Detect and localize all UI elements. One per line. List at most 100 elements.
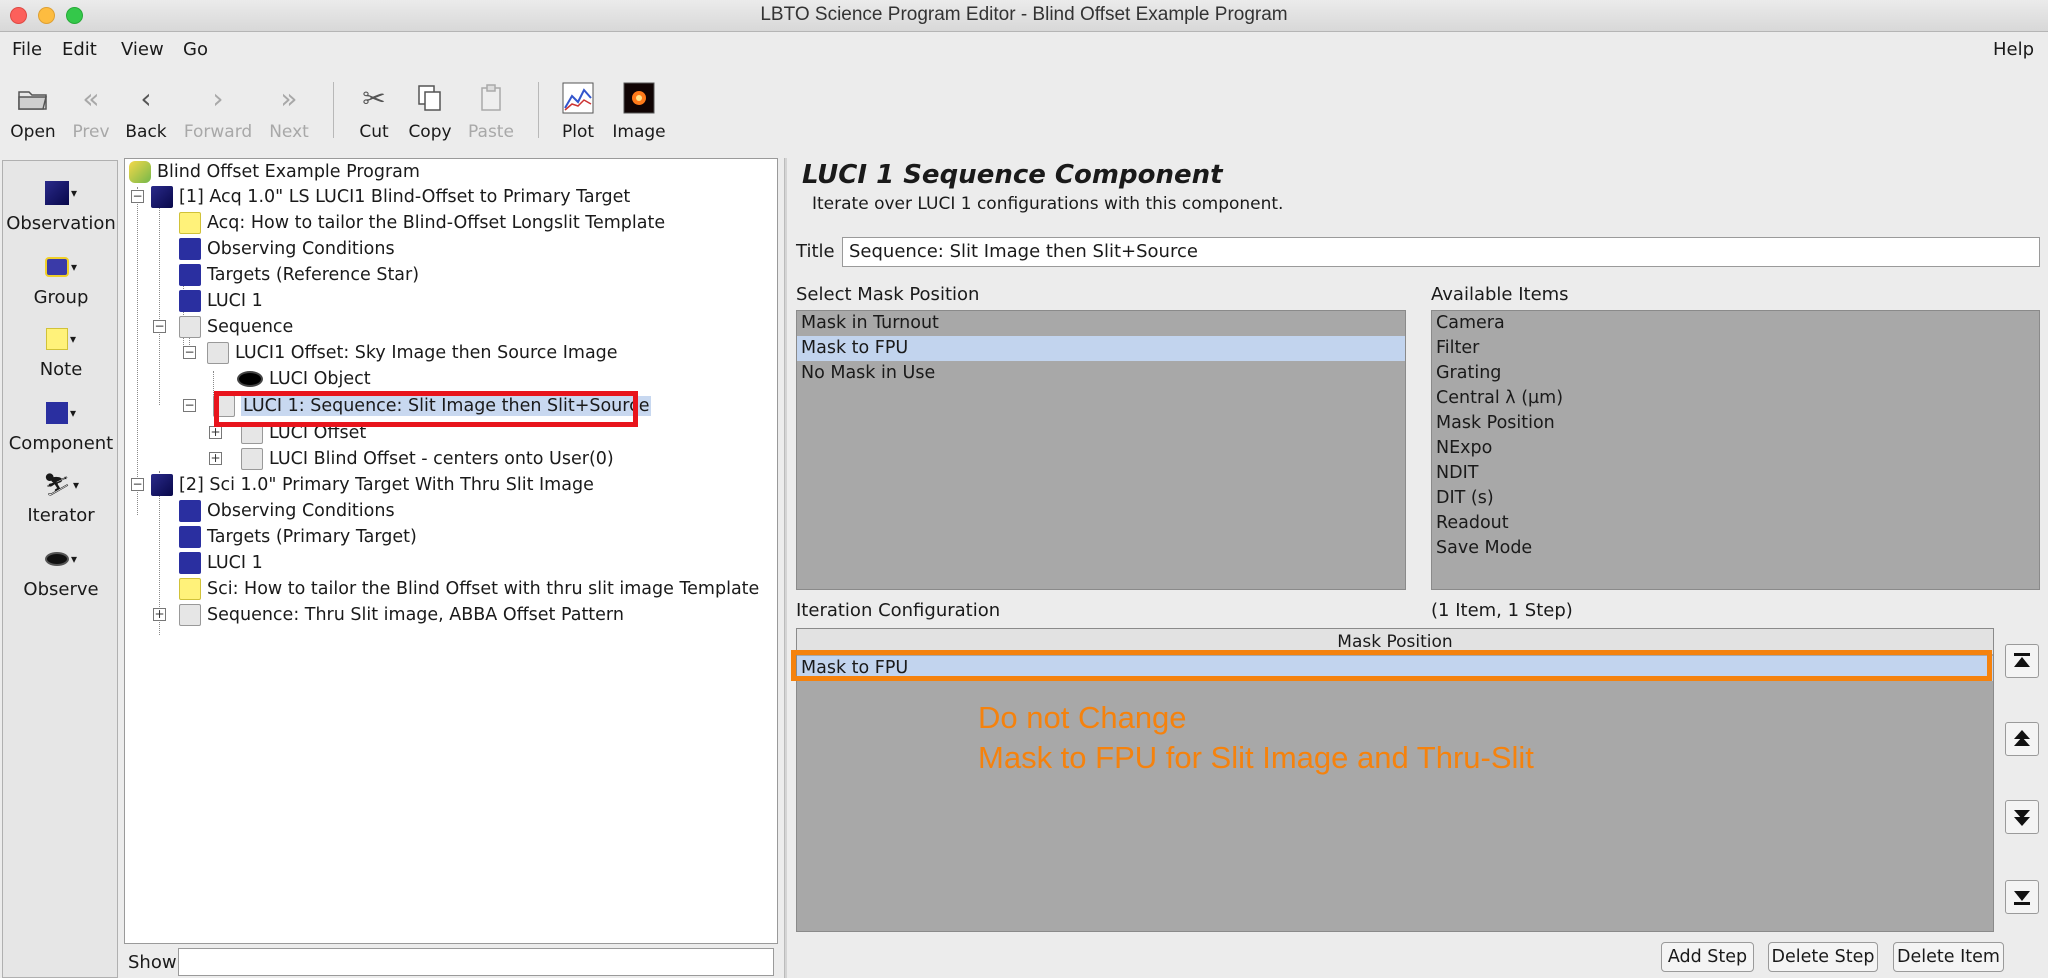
tree-node-observing-conditions-2[interactable]: Observing Conditions [179,498,395,524]
next-button[interactable]: » Next [266,78,312,143]
forward-button[interactable]: › Forward [182,78,254,143]
tree-node-label: Sci: How to tailor the Blind Offset with… [207,579,760,599]
available-item[interactable]: Save Mode [1432,536,2039,561]
available-item[interactable]: Central λ (µm) [1432,386,2039,411]
palette-group[interactable]: ▾ Group [3,249,119,308]
component-icon [179,500,201,522]
component-icon [179,264,201,286]
menu-view[interactable]: View [121,39,164,60]
scissors-icon: ✂ [362,81,386,115]
move-bottom-icon [2014,891,2030,905]
tree-node-label: LUCI Blind Offset - centers onto User(0) [269,449,614,469]
plot-label: Plot [561,122,595,142]
expand-toggle[interactable]: + [153,608,166,621]
delete-step-button[interactable]: Delete Step [1768,942,1878,972]
show-filter-bar: Show [124,945,778,978]
move-up-button[interactable] [2005,722,2039,756]
collapse-toggle[interactable]: − [153,320,166,333]
tree-node-luci1[interactable]: LUCI 1 [179,288,263,314]
move-to-top-button[interactable] [2005,644,2039,678]
available-item[interactable]: NDIT [1432,461,2039,486]
tree-node-targets-2[interactable]: Targets (Primary Target) [179,524,417,550]
observation-icon [151,186,173,208]
expand-toggle[interactable]: + [209,426,222,439]
show-input[interactable] [178,948,774,976]
row-highlight [791,650,1992,681]
collapse-toggle[interactable]: − [183,399,196,412]
add-step-button[interactable]: Add Step [1661,942,1754,972]
toolbar-separator [538,82,539,138]
menu-help[interactable]: Help [1993,39,2034,60]
double-chevron-left-icon: « [82,81,100,115]
note-icon: ▾ [3,321,119,357]
palette-component[interactable]: ▾ Component [3,395,119,454]
available-items-label: Available Items [1431,284,1569,305]
menu-file[interactable]: File [12,39,42,60]
tree-node-targets[interactable]: Targets (Reference Star) [179,262,419,288]
move-to-bottom-button[interactable] [2005,880,2039,914]
panel-heading: LUCI 1 Sequence Component [802,160,1223,190]
delete-item-button[interactable]: Delete Item [1893,942,2004,972]
available-item[interactable]: Mask Position [1432,411,2039,436]
mask-position-list[interactable]: Mask in Turnout Mask to FPU No Mask in U… [796,310,1406,590]
available-item[interactable]: Readout [1432,511,2039,536]
menu-edit[interactable]: Edit [62,39,97,60]
collapse-toggle[interactable]: − [183,346,196,359]
palette-observe[interactable]: ▾ Observe [3,541,119,600]
tree-node-sequence[interactable]: Sequence [179,314,293,340]
palette-observation[interactable]: ▾ Observation [3,175,119,234]
tree-node-sequence-2[interactable]: Sequence: Thru Slit image, ABBA Offset P… [179,602,624,628]
prev-button[interactable]: « Prev [66,78,116,143]
open-button[interactable]: Open [8,78,58,142]
toolbar-separator [333,82,334,138]
tree-node-luci1-offset[interactable]: LUCI1 Offset: Sky Image then Source Imag… [207,340,618,366]
tree-node-luci-object[interactable]: LUCI Object [237,366,371,392]
collapse-toggle[interactable]: − [131,478,144,491]
tree-connector [137,187,138,515]
image-icon [612,78,666,118]
back-button[interactable]: ‹ Back [124,78,168,143]
available-items-list[interactable]: Camera Filter Grating Central λ (µm) Mas… [1431,310,2040,590]
tree-node-note-2[interactable]: Sci: How to tailor the Blind Offset with… [179,576,759,602]
available-item[interactable]: Filter [1432,336,2039,361]
move-down-button[interactable] [2005,800,2039,834]
palette-group-label: Group [33,287,89,308]
collapse-toggle[interactable]: − [131,190,144,203]
palette-iterator-label: Iterator [27,505,95,526]
plot-icon [558,78,598,118]
tree-node-note[interactable]: Acq: How to tailor the Blind-Offset Long… [179,210,665,236]
copy-icon [406,78,454,118]
available-item[interactable]: NExpo [1432,436,2039,461]
mask-option-selected[interactable]: Mask to FPU [797,336,1405,361]
program-tree[interactable]: Blind Offset Example Program − [1] Acq 1… [124,158,778,944]
tree-node-luci1-2[interactable]: LUCI 1 [179,550,263,576]
menu-go[interactable]: Go [183,39,208,60]
move-top-icon [2014,653,2030,667]
menu-bar: File Edit View Go Help [0,32,2048,68]
tree-node-program[interactable]: Blind Offset Example Program [129,159,420,185]
title-input[interactable]: Sequence: Slit Image then Slit+Source [842,237,2040,267]
palette-component-label: Component [8,433,114,454]
available-item[interactable]: Camera [1432,311,2039,336]
expand-toggle[interactable]: + [209,452,222,465]
available-item[interactable]: DIT (s) [1432,486,2039,511]
palette-iterator[interactable]: ⛷ ▾ Iterator [3,467,119,527]
plot-button[interactable]: Plot [558,78,598,142]
paste-button[interactable]: Paste [466,78,516,142]
cut-button[interactable]: ✂ Cut [354,78,394,143]
mask-position-label: Select Mask Position [796,284,980,305]
mask-option[interactable]: Mask in Turnout [797,311,1405,336]
mask-option[interactable]: No Mask in Use [797,361,1405,386]
tree-node-label: [1] Acq 1.0" LS LUCI1 Blind-Offset to Pr… [179,187,631,207]
copy-button[interactable]: Copy [406,78,454,142]
split-pane-divider[interactable] [784,158,787,978]
available-item[interactable]: Grating [1432,361,2039,386]
image-button[interactable]: Image [612,78,666,142]
component-icon [179,552,201,574]
palette-note[interactable]: ▾ Note [3,321,119,380]
eye-icon [237,371,263,387]
tree-node-observation-1[interactable]: [1] Acq 1.0" LS LUCI1 Blind-Offset to Pr… [151,184,630,210]
tree-node-observing-conditions[interactable]: Observing Conditions [179,236,395,262]
tree-node-observation-2[interactable]: [2] Sci 1.0" Primary Target With Thru Sl… [151,472,594,498]
tree-node-luci-blind-offset[interactable]: LUCI Blind Offset - centers onto User(0) [241,446,614,472]
